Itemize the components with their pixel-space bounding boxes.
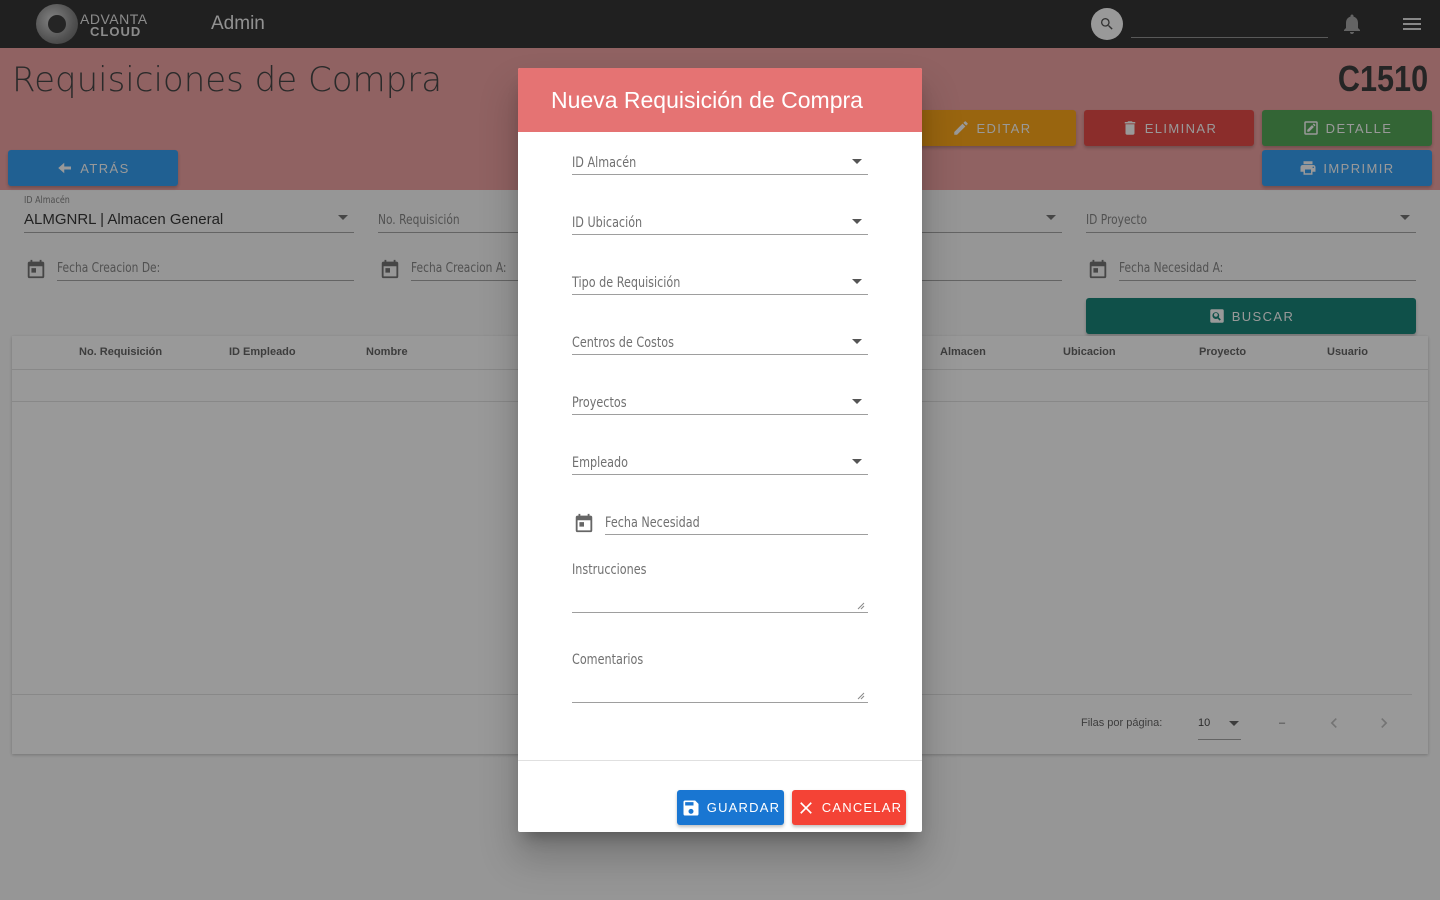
fecha-necesidad-input[interactable]: Fecha Necesidad — [605, 503, 868, 535]
dialog-header: Nueva Requisición de Compra — [518, 68, 922, 132]
chevron-down-icon — [852, 399, 862, 404]
empleado-placeholder: Empleado — [572, 455, 628, 471]
chevron-down-icon — [852, 339, 862, 344]
comentarios-placeholder: Comentarios — [572, 652, 644, 668]
ubicacion-select[interactable]: ID Ubicación — [572, 203, 868, 235]
chevron-down-icon — [852, 159, 862, 164]
save-button-label: Guardar — [706, 800, 781, 815]
new-requisition-dialog: Nueva Requisición de Compra ID Almacén I… — [518, 68, 922, 832]
empleado-select[interactable]: Empleado — [572, 443, 868, 475]
almacen-select[interactable]: ID Almacén — [572, 143, 868, 175]
close-icon — [799, 801, 812, 814]
centros-costos-placeholder: Centros de Costos — [572, 335, 674, 351]
tipo-requisicion-select[interactable]: Tipo de Requisición — [572, 263, 868, 295]
save-icon — [683, 800, 699, 815]
chevron-down-icon — [852, 279, 862, 284]
centros-costos-select[interactable]: Centros de Costos — [572, 323, 868, 355]
tipo-requisicion-placeholder: Tipo de Requisición — [572, 275, 681, 291]
cancel-button-label: Cancelar — [821, 800, 903, 815]
chevron-down-icon — [852, 459, 862, 464]
fecha-necesidad-placeholder: Fecha Necesidad — [605, 515, 700, 531]
almacen-placeholder: ID Almacén — [572, 155, 637, 171]
cancel-button[interactable]: Cancelar — [792, 790, 906, 825]
proyectos-placeholder: Proyectos — [572, 395, 627, 411]
resize-grip-icon[interactable] — [857, 602, 865, 610]
save-button[interactable]: Guardar — [677, 790, 784, 825]
calendar-icon[interactable] — [573, 512, 595, 534]
comentarios-textarea[interactable]: Comentarios — [572, 652, 868, 703]
instrucciones-textarea[interactable]: Instrucciones — [572, 562, 868, 613]
ubicacion-placeholder: ID Ubicación — [572, 215, 643, 231]
chevron-down-icon — [852, 219, 862, 224]
resize-grip-icon[interactable] — [857, 692, 865, 700]
dialog-title: Nueva Requisición de Compra — [551, 87, 863, 113]
proyectos-select[interactable]: Proyectos — [572, 383, 868, 415]
dialog-actions-divider — [518, 760, 922, 761]
instrucciones-placeholder: Instrucciones — [572, 562, 647, 578]
